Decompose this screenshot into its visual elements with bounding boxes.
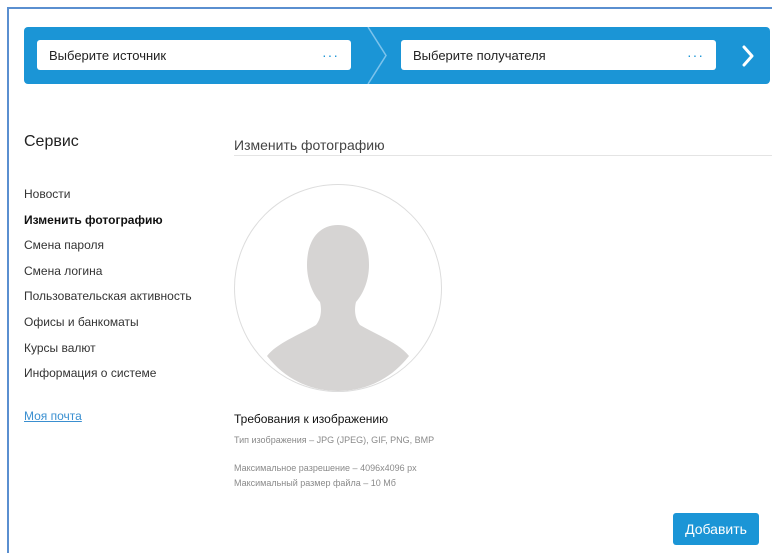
- title-divider: [234, 155, 772, 156]
- my-mail-link[interactable]: Моя почта: [24, 409, 82, 423]
- chevron-right-icon: [742, 45, 754, 66]
- sidebar-item-user-activity[interactable]: Пользовательская активность: [24, 288, 192, 314]
- sidebar-item-system-info[interactable]: Информация о системе: [24, 365, 192, 391]
- requirements-resolution: Максимальное разрешение – 4096х4096 px: [234, 463, 417, 473]
- user-silhouette-icon: [267, 225, 409, 391]
- sidebar-item-news[interactable]: Новости: [24, 186, 192, 212]
- sidebar-item-exchange-rates[interactable]: Курсы валют: [24, 340, 192, 366]
- target-more-icon[interactable]: ···: [687, 47, 704, 63]
- sidebar-item-change-password[interactable]: Смена пароля: [24, 237, 192, 263]
- target-select[interactable]: Выберите получателя ···: [401, 40, 716, 70]
- sidebar-menu: Новости Изменить фотографию Смена пароля…: [24, 186, 192, 391]
- sidebar-title: Сервис: [24, 133, 79, 150]
- requirements-title: Требования к изображению: [234, 412, 389, 426]
- transfer-bar: Выберите источник ··· Выберите получател…: [24, 27, 770, 84]
- target-select-label: Выберите получателя: [413, 47, 546, 63]
- source-more-icon[interactable]: ···: [322, 47, 339, 63]
- page-title: Изменить фотографию: [234, 137, 385, 153]
- requirements-size: Максимальный размер файла – 10 Мб: [234, 478, 396, 488]
- step-divider-icon: [367, 27, 387, 84]
- source-select-label: Выберите источник: [49, 47, 167, 63]
- next-button[interactable]: [726, 27, 770, 84]
- sidebar-item-change-photo[interactable]: Изменить фотографию: [24, 212, 192, 238]
- requirements-type: Тип изображения – JPG (JPEG), GIF, PNG, …: [234, 435, 435, 445]
- avatar[interactable]: [234, 184, 442, 392]
- sidebar-item-offices-atms[interactable]: Офисы и банкоматы: [24, 314, 192, 340]
- sidebar-item-change-login[interactable]: Смена логина: [24, 263, 192, 289]
- add-button[interactable]: Добавить: [673, 513, 759, 545]
- source-select[interactable]: Выберите источник ···: [37, 40, 351, 70]
